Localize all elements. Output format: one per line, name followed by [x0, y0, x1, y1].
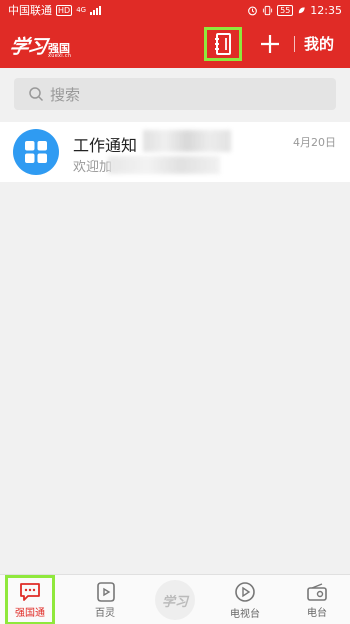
signal-icon: [90, 5, 102, 15]
chat-bubble-icon: [20, 582, 40, 601]
network-label: 4G: [76, 6, 87, 14]
search-placeholder: 搜索: [50, 85, 81, 104]
search-input[interactable]: 搜索: [14, 78, 336, 110]
redacted-title-blur: [143, 130, 231, 152]
hd-badge: HD: [56, 4, 73, 16]
play-card-icon: [97, 581, 115, 602]
logo-en: xuexi.cn: [48, 53, 72, 59]
address-book-icon: [215, 33, 231, 55]
logo-script: 学习: [7, 36, 48, 58]
avatar: [13, 129, 59, 175]
grid-apps-icon: [25, 141, 47, 163]
list-item[interactable]: 工作通知 欢迎加 4月20日: [0, 122, 350, 182]
search-icon: [29, 87, 44, 102]
carrier-label: 中国联通: [8, 4, 52, 17]
battery-icon: 55: [277, 4, 294, 16]
header-divider: [294, 36, 295, 52]
add-button[interactable]: [258, 32, 282, 56]
tab-label: 电台: [307, 607, 327, 619]
tab-label: 百灵: [95, 607, 115, 619]
tab-bailing[interactable]: 百灵: [70, 575, 140, 624]
redacted-preview-blur: [108, 156, 220, 174]
bottom-nav: 强国通 百灵 学习 电视台 电台: [0, 574, 350, 624]
conversation-title: 工作通知: [73, 136, 138, 155]
tab-label: 强国通: [15, 607, 45, 619]
search-area: 搜索: [0, 68, 350, 122]
radio-icon: [307, 582, 327, 601]
plus-icon: [261, 35, 279, 53]
tab-label: 电视台: [230, 608, 260, 620]
app-header: 学习 强国 xuexi.cn 我的: [0, 20, 350, 68]
status-bar: 中国联通 HD 4G 55 12:35: [0, 0, 350, 20]
alarm-icon: [248, 6, 258, 15]
xuexi-logo-icon[interactable]: 学习: [155, 580, 195, 620]
conversation-preview: 欢迎加: [73, 160, 113, 175]
app-logo[interactable]: 学习 强国 xuexi.cn: [7, 32, 72, 59]
leaf-icon: [299, 6, 305, 13]
mine-button[interactable]: 我的: [304, 33, 334, 54]
vibrate-icon: [263, 5, 273, 15]
tab-label: 学习: [161, 594, 188, 610]
tab-tv[interactable]: 电视台: [210, 575, 280, 624]
tab-qiangguotong[interactable]: 强国通: [5, 575, 55, 624]
contacts-button[interactable]: [204, 27, 242, 61]
conversation-date: 4月20日: [293, 136, 336, 149]
tab-radio[interactable]: 电台: [282, 575, 350, 624]
play-circle-icon: [235, 581, 255, 602]
clock-time: 12:35: [310, 3, 342, 17]
